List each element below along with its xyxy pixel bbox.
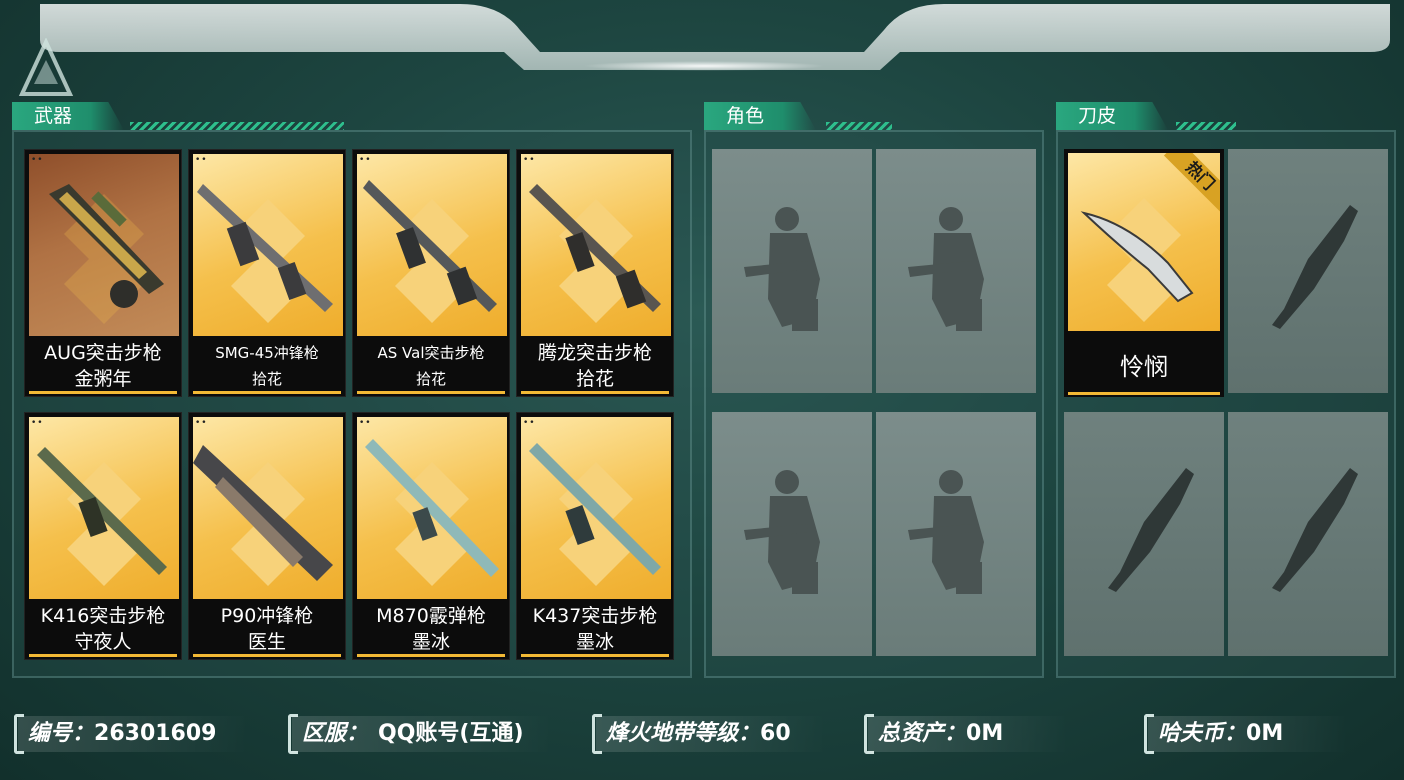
soldier-silhouette-icon — [744, 470, 820, 594]
account-id-value: 26301609 — [94, 721, 217, 746]
weapon-card-m870[interactable]: •• M870霰弹枪 墨冰 — [352, 412, 510, 660]
rifle-icon — [529, 184, 661, 323]
rarity-bar — [521, 654, 669, 657]
coin-value: 0M — [1246, 721, 1284, 746]
skins-tab-stripes — [1176, 122, 1236, 130]
role-slot[interactable] — [876, 149, 1036, 393]
account-id: 编号：26301609 — [14, 712, 264, 756]
weapon-art — [357, 417, 507, 599]
card-dots: •• — [195, 155, 208, 165]
rarity-bar — [357, 391, 505, 394]
rarity-bar — [29, 391, 177, 394]
server-value: QQ账号(互通) — [378, 721, 524, 746]
coin-label: 哈夫币： — [1158, 721, 1247, 746]
weapon-art — [193, 417, 343, 599]
card-dots: •• — [195, 418, 208, 428]
smg-icon — [197, 184, 333, 323]
weapon-art — [29, 417, 179, 599]
weapons-tab-stripes — [130, 122, 344, 130]
weapon-card-aug[interactable]: •• AUG突击步枪 金粥年 — [24, 149, 182, 397]
knife-silhouette-icon — [1272, 205, 1358, 329]
knife-slot[interactable] — [1228, 412, 1388, 656]
knife-card-hot[interactable]: 热门 怜悯 — [1064, 149, 1224, 397]
rifle-icon — [49, 184, 164, 324]
rarity-bar — [193, 391, 341, 394]
smg-icon — [193, 445, 333, 586]
weapon-name: P90冲锋枪 医生 — [220, 605, 314, 653]
card-dots: •• — [359, 418, 372, 428]
knife-silhouette-icon — [1108, 468, 1194, 592]
weapon-name: 腾龙突击步枪 拾花 — [537, 342, 652, 390]
weapon-name: K416突击步枪 守夜人 — [40, 605, 166, 653]
knife-silhouette-icon — [1272, 468, 1358, 592]
weapon-card-tenglong[interactable]: •• 腾龙突击步枪 拾花 — [516, 149, 674, 397]
weapon-card-k437[interactable]: •• K437突击步枪 墨冰 — [516, 412, 674, 660]
weapon-name: AUG突击步枪 金粥年 — [44, 342, 162, 390]
shotgun-icon — [365, 439, 499, 586]
soldier-silhouette-icon — [908, 470, 984, 594]
weapon-art — [521, 154, 671, 336]
soldier-silhouette-icon — [744, 207, 820, 331]
soldier-silhouette-icon — [908, 207, 984, 331]
total-assets: 总资产：0M — [864, 712, 1084, 756]
knife-name: 怜悯 — [1120, 353, 1168, 381]
role-slot[interactable] — [712, 412, 872, 656]
assets-value: 0M — [966, 721, 1004, 746]
knife-slot[interactable] — [1064, 412, 1224, 656]
role-slot[interactable] — [712, 149, 872, 393]
role-slot[interactable] — [876, 412, 1036, 656]
level-value: 60 — [760, 721, 791, 746]
weapon-name: K437突击步枪 墨冰 — [532, 605, 658, 653]
rarity-bar — [357, 654, 505, 657]
rarity-bar — [29, 654, 177, 657]
hafu-coin: 哈夫币：0M — [1144, 712, 1364, 756]
rarity-bar — [193, 654, 341, 657]
zone-level: 烽火地带等级：60 — [592, 712, 842, 756]
card-dots: •• — [31, 418, 44, 428]
weapon-art — [193, 154, 343, 336]
card-dots: •• — [523, 155, 536, 165]
weapon-card-k416[interactable]: •• K416突击步枪 守夜人 — [24, 412, 182, 660]
card-dots: •• — [523, 418, 536, 428]
rifle-icon — [529, 443, 661, 586]
weapons-section-title: 武器 — [12, 102, 124, 130]
rifle-icon — [363, 180, 497, 323]
knife-art: 热门 — [1068, 153, 1220, 331]
rarity-bar — [521, 391, 669, 394]
server-info: 区服： QQ账号(互通) — [288, 712, 568, 756]
card-dots: •• — [31, 155, 44, 165]
weapon-art — [357, 154, 507, 336]
knife-slot[interactable] — [1228, 149, 1388, 393]
weapon-card-smg45[interactable]: •• SMG-45冲锋枪 拾花 — [188, 149, 346, 397]
top-banner — [40, 4, 1390, 71]
weapon-card-asval[interactable]: •• AS Val突击步枪 拾花 — [352, 149, 510, 397]
account-id-label: 编号： — [28, 721, 95, 746]
roles-section-title: 角色 — [704, 102, 816, 130]
rarity-bar — [1068, 392, 1220, 395]
weapon-name: SMG-45冲锋枪 拾花 — [215, 344, 319, 388]
weapon-name: AS Val突击步枪 拾花 — [377, 344, 485, 388]
weapon-art — [29, 154, 179, 336]
game-logo-icon — [18, 38, 74, 96]
skins-section-title: 刀皮 — [1056, 102, 1168, 130]
roles-tab-stripes — [826, 122, 892, 130]
rifle-icon — [37, 447, 167, 586]
weapon-name: M870霰弹枪 墨冰 — [376, 605, 486, 653]
weapon-card-p90[interactable]: •• P90冲锋枪 医生 — [188, 412, 346, 660]
assets-label: 总资产： — [878, 721, 967, 746]
server-label: 区服： — [302, 721, 369, 746]
card-dots: •• — [359, 155, 372, 165]
level-label: 烽火地带等级： — [606, 721, 761, 746]
weapon-art — [521, 417, 671, 599]
